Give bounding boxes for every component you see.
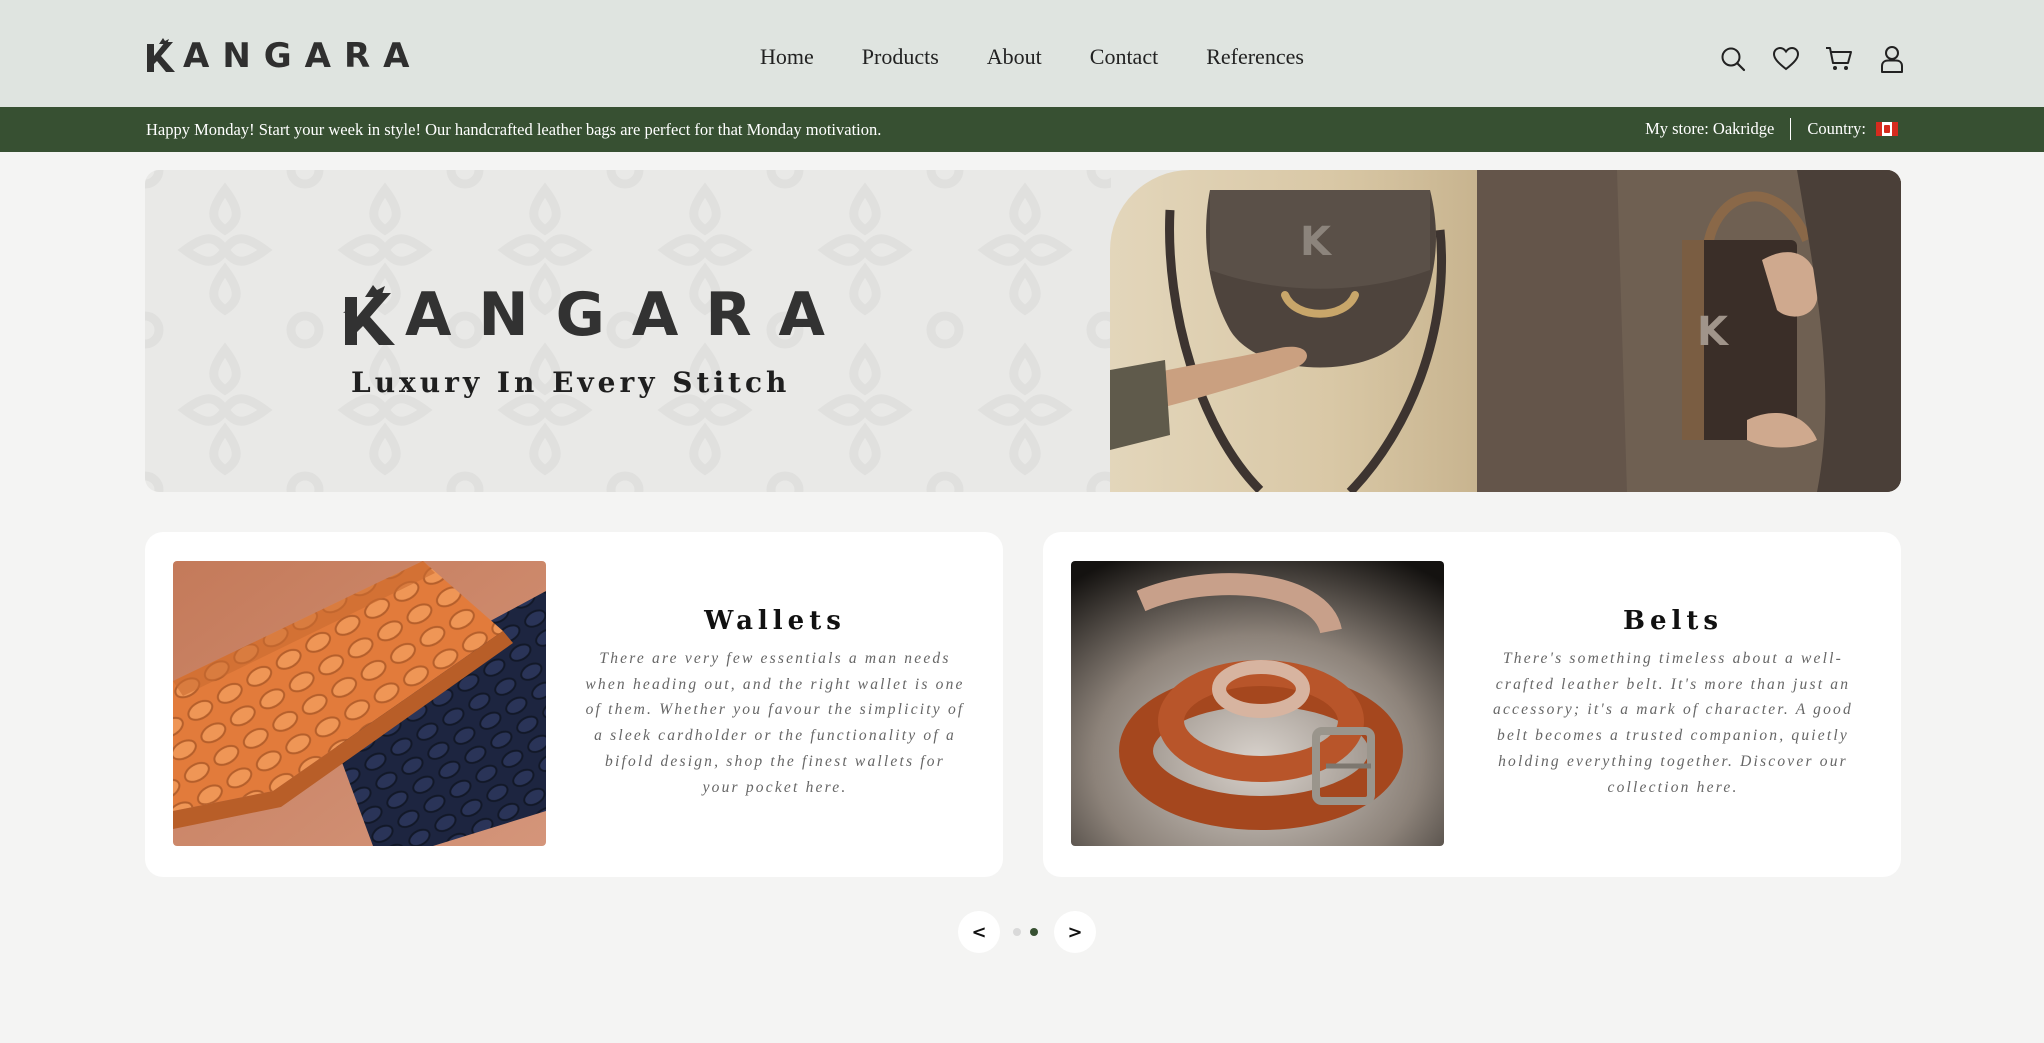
hero-photo-handbag: K bbox=[1110, 170, 1477, 492]
carousel-dot-1[interactable] bbox=[1013, 928, 1021, 936]
svg-text:K: K bbox=[1300, 219, 1333, 265]
main-nav: Home Products About Contact References bbox=[760, 44, 1352, 70]
divider bbox=[1790, 118, 1792, 140]
country-label[interactable]: Country: bbox=[1807, 119, 1866, 139]
announcement-message: Happy Monday! Start your week in style! … bbox=[146, 120, 882, 139]
nav-contact[interactable]: Contact bbox=[1090, 44, 1158, 70]
nav-products[interactable]: Products bbox=[862, 44, 939, 70]
nav-about[interactable]: About bbox=[987, 44, 1042, 70]
nav-references[interactable]: References bbox=[1206, 44, 1304, 70]
kangaroo-k-logo-icon bbox=[343, 285, 395, 345]
carousel-next-button[interactable]: > bbox=[1054, 911, 1096, 953]
logo-text: ANGARA bbox=[183, 36, 423, 76]
store-country-selector: My store: Oakridge Country: bbox=[1645, 118, 1898, 140]
card-title-wallets: Wallets bbox=[704, 606, 846, 636]
belts-image[interactable] bbox=[1071, 561, 1444, 846]
site-logo[interactable]: ANGARA bbox=[145, 36, 422, 76]
store-selector[interactable]: My store: Oakridge bbox=[1645, 119, 1774, 139]
category-card-wallets[interactable]: Wallets There are very few essentials a … bbox=[145, 532, 1003, 877]
hero-photo-box-bag: K bbox=[1477, 170, 1901, 492]
carousel-dot-2-active[interactable] bbox=[1030, 928, 1038, 936]
hero-banner[interactable]: ANGARA Luxury In Every Stitch K K bbox=[145, 170, 1901, 492]
category-card-belts[interactable]: Belts There's something timeless about a… bbox=[1043, 532, 1901, 877]
wallets-image[interactable] bbox=[173, 561, 546, 846]
hero-tagline: Luxury In Every Stitch bbox=[351, 366, 791, 399]
kangaroo-k-logo-icon bbox=[147, 38, 175, 72]
svg-text:K: K bbox=[1697, 309, 1730, 355]
hero-logo: ANGARA bbox=[341, 280, 852, 350]
hero-logo-text: ANGARA bbox=[405, 280, 852, 350]
cart-icon[interactable] bbox=[1824, 44, 1854, 74]
nav-home[interactable]: Home bbox=[760, 44, 814, 70]
card-title-belts: Belts bbox=[1622, 606, 1724, 636]
announcement-bar: Happy Monday! Start your week in style! … bbox=[0, 107, 2044, 152]
card-description-belts: There's something timeless about a well-… bbox=[1493, 650, 1853, 796]
header-actions bbox=[1718, 44, 1907, 74]
heart-icon[interactable] bbox=[1771, 44, 1801, 74]
site-header: ANGARA Home Products About Contact Refer… bbox=[0, 0, 2044, 107]
user-icon[interactable] bbox=[1877, 44, 1907, 74]
carousel-prev-button[interactable]: < bbox=[958, 911, 1000, 953]
card-description-wallets: There are very few essentials a man need… bbox=[585, 650, 965, 796]
canada-flag-icon[interactable] bbox=[1876, 122, 1898, 136]
search-icon[interactable] bbox=[1718, 44, 1748, 74]
